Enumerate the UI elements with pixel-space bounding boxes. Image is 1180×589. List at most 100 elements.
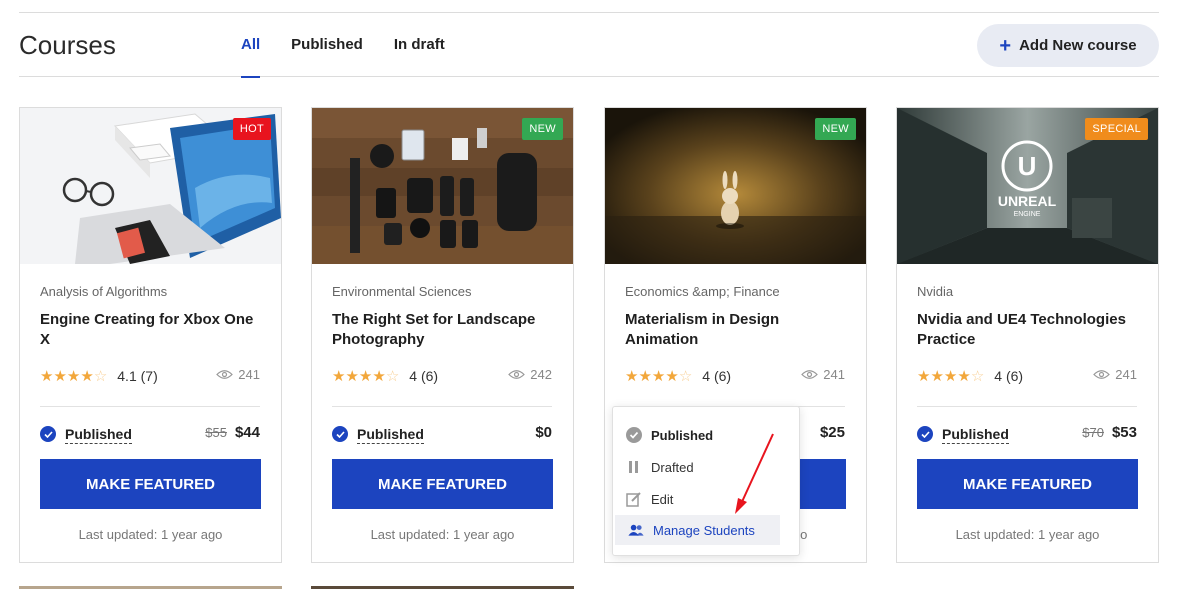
rating-row: ★ ★ ★ ★ ☆ 4 (6) 241: [917, 367, 1137, 385]
make-featured-button[interactable]: MAKE FEATURED: [917, 459, 1138, 509]
star-full-icon: ★: [332, 367, 346, 385]
star-full-icon: ★: [358, 367, 373, 385]
star-full-icon: ★: [665, 367, 679, 385]
rating-value: 4 (6): [702, 368, 732, 384]
check-circle-icon: [332, 426, 348, 442]
star-full-icon: ★: [345, 367, 359, 385]
views-value: 241: [823, 367, 845, 382]
views-count: 241: [1093, 367, 1137, 382]
star-full-icon: ★: [625, 367, 639, 385]
current-price: $25: [819, 424, 845, 441]
new-badge: NEW: [815, 118, 856, 140]
rating-value: 4 (6): [409, 368, 439, 384]
course-title[interactable]: The Right Set for Landscape Photography: [332, 310, 557, 350]
tab-all[interactable]: All: [241, 13, 261, 78]
check-circle-icon: [917, 426, 933, 442]
star-empty-icon: ☆: [970, 367, 985, 385]
views-count: 242: [508, 367, 552, 382]
eye-icon: [801, 370, 819, 379]
star-full-icon: ★: [651, 367, 666, 385]
star-full-icon: ★: [957, 367, 971, 385]
new-badge: NEW: [522, 118, 563, 140]
price: $55 $44: [205, 424, 260, 441]
views-count: 241: [801, 367, 845, 382]
price: $25: [820, 424, 845, 441]
rating-row: ★ ★ ★ ★ ☆ 4 (6) 242: [332, 367, 552, 385]
status-row: Published $55 $44: [40, 424, 260, 444]
course-title[interactable]: Engine Creating for Xbox One X: [40, 310, 265, 350]
hot-badge: HOT: [232, 118, 271, 140]
rating-value: 4 (6): [994, 368, 1024, 384]
star-empty-icon: ☆: [678, 367, 693, 385]
eye-icon: [1093, 370, 1111, 379]
tab-published[interactable]: Published: [291, 13, 363, 77]
rating-row: ★ ★ ★ ★ ☆ 4.1 (7) 241: [40, 367, 260, 385]
last-updated: Last updated: 1 year ago: [78, 527, 223, 542]
users-icon: [628, 522, 644, 538]
current-price: $0: [535, 424, 552, 441]
course-title[interactable]: Materialism in Design Animation: [625, 310, 850, 350]
add-new-course-label: Add New course: [1019, 37, 1137, 54]
course-category: Nvidia: [917, 284, 954, 299]
rating-stars: ★ ★ ★ ★ ☆: [332, 369, 399, 384]
course-category: Analysis of Algorithms: [40, 284, 168, 299]
views-value: 241: [1115, 367, 1137, 382]
course-thumbnail[interactable]: NEW: [605, 108, 866, 264]
views-value: 242: [530, 367, 552, 382]
dropdown-item-label: Edit: [651, 491, 674, 507]
tab-in-draft[interactable]: In draft: [394, 13, 445, 77]
svg-text:UNREAL: UNREAL: [998, 193, 1057, 209]
rating-stars: ★ ★ ★ ★ ☆: [625, 369, 692, 384]
rating-stars: ★ ★ ★ ★ ☆: [917, 369, 984, 384]
eye-icon: [216, 370, 234, 379]
course-thumbnail[interactable]: U UNREAL ENGINE SPECIAL: [897, 108, 1158, 264]
page-header: Courses All Published In draft + Add New…: [19, 13, 1159, 78]
status-toggle[interactable]: Published: [942, 425, 1009, 444]
current-price: $53: [1111, 424, 1137, 441]
dropdown-item-label: Published: [651, 427, 714, 443]
pause-icon: [626, 459, 642, 475]
views-count: 241: [216, 367, 260, 382]
svg-text:ENGINE: ENGINE: [1014, 211, 1041, 218]
card-divider: [917, 406, 1137, 407]
status-row: Published $70 $53: [917, 424, 1137, 444]
course-thumbnail[interactable]: NEW: [312, 108, 573, 264]
rating-stars: ★ ★ ★ ★ ☆: [40, 369, 107, 384]
card-divider: [40, 406, 260, 407]
star-full-icon: ★: [943, 367, 958, 385]
svg-text:U: U: [1018, 151, 1037, 181]
star-full-icon: ★: [930, 367, 944, 385]
course-card: U UNREAL ENGINE SPECIAL Nvidia Nvidia an…: [896, 107, 1159, 563]
views-value: 241: [238, 367, 260, 382]
last-updated: Last updated: 1 year ago: [370, 527, 515, 542]
rating-value: 4.1 (7): [117, 368, 158, 384]
course-title[interactable]: Nvidia and UE4 Technologies Practice: [917, 310, 1142, 350]
red-arrow-annotation: [735, 433, 774, 514]
make-featured-button[interactable]: MAKE FEATURED: [40, 459, 261, 509]
star-full-icon: ★: [40, 367, 54, 385]
old-price: $70: [1082, 425, 1104, 440]
star-full-icon: ★: [372, 367, 386, 385]
special-badge: SPECIAL: [1085, 118, 1148, 140]
dropdown-item-label: Manage Students: [653, 522, 755, 538]
plus-icon: +: [999, 34, 1012, 57]
add-new-course-button[interactable]: + Add New course: [977, 24, 1159, 67]
star-full-icon: ★: [638, 367, 652, 385]
check-circle-icon: [40, 426, 56, 442]
status-toggle[interactable]: Published: [357, 425, 424, 444]
course-card: NEW Environmental Sciences The Right Set…: [311, 107, 574, 563]
dropdown-item-label: Drafted: [651, 459, 694, 475]
old-price: $55: [205, 425, 227, 440]
star-empty-icon: ☆: [385, 367, 400, 385]
star-full-icon: ★: [53, 367, 67, 385]
star-full-icon: ★: [66, 367, 81, 385]
price: $70 $53: [1082, 424, 1137, 441]
course-thumbnail[interactable]: HOT: [20, 108, 281, 264]
last-updated: Last updated: 1 year ago: [955, 527, 1100, 542]
star-full-icon: ★: [917, 367, 931, 385]
page-title: Courses: [19, 30, 116, 60]
course-category: Economics &amp; Finance: [625, 284, 780, 299]
status-toggle[interactable]: Published: [65, 425, 132, 444]
make-featured-button[interactable]: MAKE FEATURED: [332, 459, 553, 509]
star-empty-icon: ☆: [93, 367, 108, 385]
